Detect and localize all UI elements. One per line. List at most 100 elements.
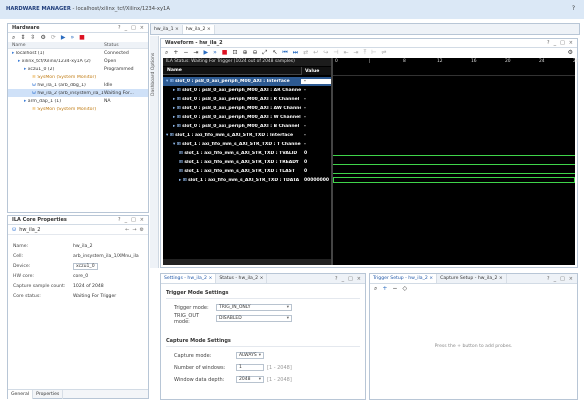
close-icon[interactable]: × <box>260 276 264 281</box>
depth-select[interactable]: 2048 <box>236 376 264 383</box>
trig-out-select[interactable]: DISABLED <box>216 315 292 322</box>
hardware-tree-row[interactable]: ⛁ hw_ila_2 (arb_insystem_ila_1) Waiting F… <box>8 89 148 97</box>
hardware-tree-row[interactable]: ≋ SysMon (System Monitor) <box>8 73 148 81</box>
close-icon[interactable]: × <box>499 276 503 281</box>
prev-marker-icon[interactable]: ⇤ <box>344 49 349 56</box>
probe-row[interactable]: ▾ ⊞ slot_0 : ps8_0_axi_periph_M00_AXI : … <box>163 77 331 86</box>
probe-row[interactable]: ▸ ⊞ slot_0 : ps8_0_axi_periph_M00_AXI : … <box>163 86 331 95</box>
back-icon[interactable]: ← <box>125 227 129 233</box>
minimize-icon[interactable]: _ <box>125 25 128 31</box>
tab-properties[interactable]: Properties <box>33 389 64 399</box>
expand-icon[interactable]: ⤢ <box>263 49 268 57</box>
hardware-tree-row[interactable]: ▸ localhost (1) Connected <box>8 49 148 57</box>
close-icon[interactable]: × <box>175 27 179 32</box>
close-icon[interactable]: × <box>429 276 433 281</box>
trigger-mode-select[interactable]: TRIG_IN_ONLY <box>216 304 292 311</box>
tab-hw-ila-2[interactable]: hw_ila_2 × <box>182 24 215 34</box>
swap-icon[interactable]: ⇄ <box>303 49 308 56</box>
refresh-icon[interactable]: ⟳ <box>51 34 56 41</box>
remove-probe-icon[interactable]: − <box>392 285 397 292</box>
help-icon[interactable]: ? <box>118 25 121 31</box>
snap-icon[interactable]: ⤒ <box>364 49 367 57</box>
close-icon[interactable]: × <box>207 27 211 32</box>
capture-mode-select[interactable]: ALWAYS <box>236 352 264 359</box>
close-icon[interactable]: × <box>140 217 144 223</box>
minimize-icon[interactable]: _ <box>554 276 557 282</box>
add-probe-icon[interactable]: + <box>382 285 387 292</box>
stop-trigger-icon[interactable]: ■ <box>79 34 85 41</box>
hardware-tree-row[interactable]: ≋ SysMon (System Monitor) <box>8 105 148 113</box>
tab-settings[interactable]: Settings - hw_ila_2 × <box>161 274 217 283</box>
search-icon[interactable]: ⌕ <box>374 285 377 293</box>
go-to-start-icon[interactable]: ⏮ <box>282 49 287 57</box>
help-icon[interactable]: ? <box>335 276 338 282</box>
minimize-icon[interactable]: _ <box>342 276 345 282</box>
zoom-in-icon[interactable]: ⊕ <box>242 49 247 56</box>
restore-icon[interactable]: □ <box>131 25 136 31</box>
help-icon[interactable]: ? <box>547 40 550 46</box>
probe-row[interactable]: ▾ ⊞ slot_1 : axi_fifo_mm_s_AXI_STR_TXD :… <box>163 140 331 149</box>
probe-row[interactable]: ⊞ slot_1 : axi_fifo_mm_s_AXI_STR_TXD : T… <box>163 167 331 176</box>
forward-icon[interactable]: → <box>132 227 136 233</box>
next-transition-icon[interactable]: ↪ <box>323 49 328 56</box>
close-icon[interactable]: × <box>569 276 573 282</box>
collapse-all-icon[interactable]: ⇕ <box>20 34 25 41</box>
logic-icon[interactable]: ◇ <box>402 285 407 292</box>
probe-row[interactable]: ⊞ slot_1 : axi_fifo_mm_s_AXI_STR_TXD : T… <box>163 149 331 158</box>
settings-icon[interactable]: ⚙ <box>568 49 573 56</box>
prev-transition-icon[interactable]: ↩ <box>313 49 318 56</box>
stop-icon[interactable]: ■ <box>222 49 228 56</box>
waveform-canvas[interactable]: ILA Status: Waiting For Trigger (1024 ou… <box>163 58 579 265</box>
run-immediate-icon[interactable]: » <box>213 49 217 56</box>
probe-row[interactable]: ▸ ⊞ slot_0 : ps8_0_axi_periph_M00_AXI : … <box>163 95 331 104</box>
minimize-icon[interactable]: _ <box>554 40 557 46</box>
probe-row[interactable]: ▸ ⊞ slot_0 : ps8_0_axi_periph_M00_AXI : … <box>163 104 331 113</box>
probe-row[interactable]: ▸ ⊞ slot_0 : ps8_0_axi_periph_M00_AXI : … <box>163 122 331 131</box>
probe-row[interactable]: ▸ ⊞ slot_0 : ps8_0_axi_periph_M00_AXI : … <box>163 113 331 122</box>
hardware-tree-row[interactable]: ▸ xilinx_tcf/Xilinx/1234-xy1A (2) Open <box>8 57 148 65</box>
tab-general[interactable]: General <box>8 389 34 399</box>
help-icon[interactable]: ? <box>547 276 550 282</box>
windows-input[interactable]: 1 <box>236 364 264 371</box>
tab-capture-setup[interactable]: Capture Setup - hw_ila_2 × <box>437 274 507 283</box>
minimize-icon[interactable]: _ <box>125 217 128 223</box>
hardware-tree-row[interactable]: ▸ arm_dap_1 (1) NA <box>8 97 148 105</box>
move-icon[interactable]: ⇥ <box>193 49 198 56</box>
remove-icon[interactable]: − <box>183 49 188 56</box>
settings-icon[interactable]: ⚙ <box>40 34 45 41</box>
close-icon[interactable]: × <box>140 25 144 31</box>
tab-status[interactable]: Status - hw_ila_2 × <box>216 274 268 283</box>
run-trigger-icon[interactable]: ▶ <box>203 49 208 56</box>
add-marker-icon[interactable]: ⊣ <box>333 49 338 56</box>
run-trigger-icon[interactable]: ▶ <box>61 34 66 41</box>
probe-row[interactable]: ▸ ⊞ slot_1 : axi_fifo_mm_s_AXI_STR_TXD :… <box>163 176 331 185</box>
zoom-fit-icon[interactable]: ⊡ <box>232 49 237 56</box>
add-icon[interactable]: + <box>173 49 178 56</box>
help-icon[interactable]: ? <box>118 217 121 223</box>
restore-icon[interactable]: □ <box>560 40 565 46</box>
settings-icon[interactable]: ⚙ <box>140 227 144 233</box>
restore-icon[interactable]: □ <box>348 276 353 282</box>
next-marker-icon[interactable]: ⇥ <box>354 49 359 56</box>
probe-row[interactable]: ⊞ slot_1 : axi_fifo_mm_s_AXI_STR_TXD : T… <box>163 158 331 167</box>
go-to-end-icon[interactable]: ⏭ <box>293 49 298 57</box>
restore-icon[interactable]: □ <box>560 276 565 282</box>
help-icon[interactable]: ? <box>572 5 575 12</box>
probe-row[interactable]: ▾ ⊞ slot_1 : axi_fifo_mm_s_AXI_STR_TXD :… <box>163 131 331 140</box>
dashboard-options-sidebar[interactable]: Dashboard Options <box>150 36 159 268</box>
expand-all-icon[interactable]: ⇳ <box>30 34 35 41</box>
tab-trigger-setup[interactable]: Trigger Setup - hw_ila_2 × <box>370 274 438 283</box>
hardware-tree-row[interactable]: ▸ xczu1_0 (2) Programmed <box>8 65 148 73</box>
close-icon[interactable]: × <box>208 276 212 281</box>
close-icon[interactable]: × <box>569 40 573 46</box>
cursor-swap-icon[interactable]: ⇌ <box>381 49 386 56</box>
cursor-icon[interactable]: ↖ <box>272 49 277 56</box>
search-icon[interactable]: ⌕ <box>12 34 15 42</box>
zoom-out-icon[interactable]: ⊖ <box>253 49 258 56</box>
tab-hw-ila-1[interactable]: hw_ila_1 × <box>151 24 183 34</box>
close-icon[interactable]: × <box>357 276 361 282</box>
horizontal-scrollbar[interactable] <box>163 259 331 265</box>
ruler-icon[interactable]: ⊢ <box>371 49 376 56</box>
run-immediate-icon[interactable]: » <box>70 34 74 41</box>
hardware-tree-row[interactable]: ⛁ hw_ila_1 (arb_dbg_1) Idle <box>8 81 148 89</box>
